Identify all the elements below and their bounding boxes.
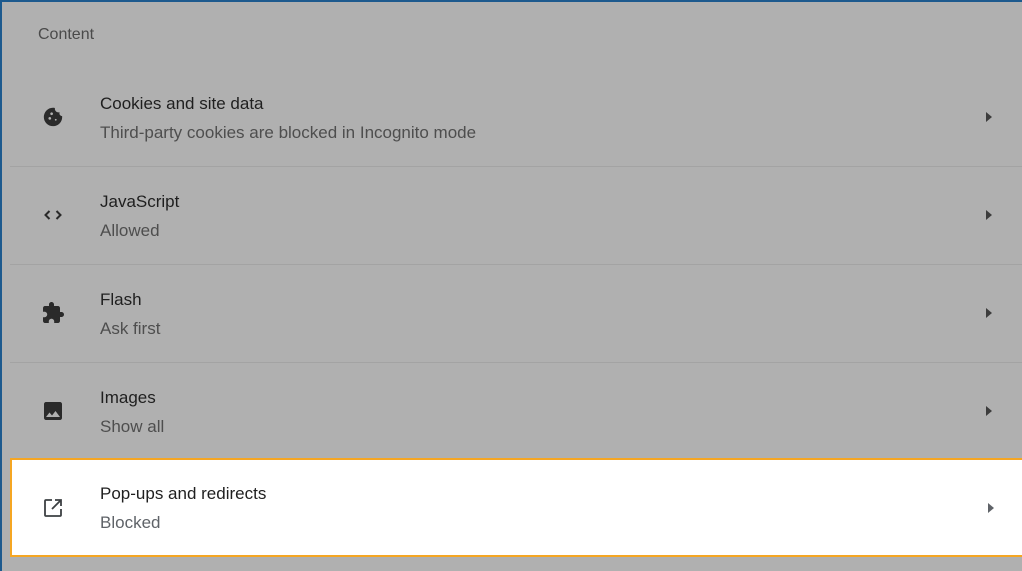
open-in-new-icon bbox=[40, 495, 66, 521]
row-cookies-and-site-data[interactable]: Cookies and site data Third-party cookie… bbox=[10, 68, 1022, 166]
row-flash[interactable]: Flash Ask first bbox=[10, 264, 1022, 362]
row-subtitle: Blocked bbox=[100, 513, 161, 532]
row-javascript[interactable]: JavaScript Allowed bbox=[10, 166, 1022, 264]
cookie-icon bbox=[40, 104, 66, 130]
row-images[interactable]: Images Show all bbox=[10, 362, 1022, 460]
divider bbox=[10, 362, 1022, 363]
row-subtitle: Third-party cookies are blocked in Incog… bbox=[100, 123, 477, 142]
settings-content-panel: Content Cookies and site data Third-part… bbox=[0, 0, 1022, 571]
chevron-right-icon bbox=[986, 406, 992, 416]
image-icon bbox=[40, 398, 66, 424]
puzzle-icon bbox=[40, 300, 66, 326]
chevron-right-icon bbox=[986, 112, 992, 122]
row-title: Pop-ups and redirects bbox=[100, 484, 267, 503]
row-subtitle: Show all bbox=[100, 417, 165, 436]
section-title: Content bbox=[38, 26, 95, 43]
row-subtitle: Ask first bbox=[100, 319, 161, 338]
row-pop-ups-and-redirects[interactable]: Pop-ups and redirects Blocked bbox=[10, 458, 1022, 557]
divider bbox=[10, 264, 1022, 265]
code-icon bbox=[40, 202, 66, 228]
row-title: Cookies and site data bbox=[100, 94, 264, 113]
chevron-right-icon bbox=[988, 502, 994, 513]
divider bbox=[10, 166, 1022, 167]
row-title: Flash bbox=[100, 290, 142, 309]
row-title: Images bbox=[100, 388, 156, 407]
chevron-right-icon bbox=[986, 210, 992, 220]
chevron-right-icon bbox=[986, 308, 992, 318]
row-subtitle: Allowed bbox=[100, 221, 160, 240]
row-title: JavaScript bbox=[100, 192, 180, 211]
